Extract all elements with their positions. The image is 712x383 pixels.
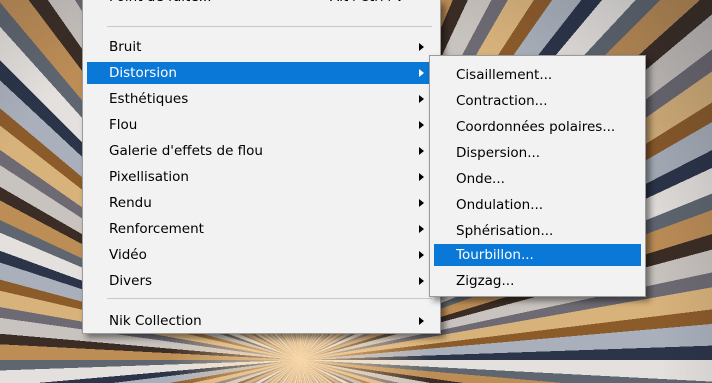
menu-item-label: Divers <box>109 273 153 289</box>
menu-item-shortcut: Alt+Ctrl+V <box>330 0 404 8</box>
menu-item-distorsion[interactable]: Distorsion <box>87 62 434 84</box>
menu-item-label: Esthétiques <box>109 91 189 107</box>
menu-item-label: Distorsion <box>109 65 177 81</box>
menu-item-flou[interactable]: Flou <box>87 114 434 136</box>
chevron-right-icon <box>419 317 424 325</box>
distorsion-submenu: Cisaillement... Contraction... Coordonné… <box>429 55 646 297</box>
menu-separator <box>107 26 432 27</box>
submenu-item-label: Coordonnées polaires... <box>456 119 616 135</box>
submenu-item-label: Cisaillement... <box>456 67 553 83</box>
menu-item-video[interactable]: Vidéo <box>87 244 434 266</box>
menu-item-label: Bruit <box>109 39 142 55</box>
menu-item-renforcement[interactable]: Renforcement <box>87 218 434 240</box>
chevron-right-icon <box>419 225 424 233</box>
menu-item-galerie-effets-flou[interactable]: Galerie d'effets de flou <box>87 140 434 162</box>
menu-item-divers[interactable]: Divers <box>87 270 434 292</box>
submenu-item-label: Ondulation... <box>456 197 544 213</box>
chevron-right-icon <box>419 69 424 77</box>
filter-menu: Point de fuite... Alt+Ctrl+V Bruit Disto… <box>82 0 441 334</box>
menu-item-bruit[interactable]: Bruit <box>87 36 434 58</box>
chevron-right-icon <box>419 251 424 259</box>
chevron-right-icon <box>419 121 424 129</box>
chevron-right-icon <box>419 95 424 103</box>
submenu-item-contraction[interactable]: Contraction... <box>434 90 641 112</box>
submenu-item-spherisation[interactable]: Sphérisation... <box>434 220 641 242</box>
menu-item-esthetiques[interactable]: Esthétiques <box>87 88 434 110</box>
menu-item-label: Nik Collection <box>109 313 202 329</box>
menu-item-label: Rendu <box>109 195 152 211</box>
chevron-right-icon <box>419 199 424 207</box>
submenu-item-label: Tourbillon... <box>456 247 534 263</box>
submenu-item-onde[interactable]: Onde... <box>434 168 641 190</box>
menu-item-label: Point de fuite... <box>109 0 212 8</box>
submenu-item-cisaillement[interactable]: Cisaillement... <box>434 64 641 86</box>
menu-item-nik-collection[interactable]: Nik Collection <box>87 310 434 332</box>
submenu-item-ondulation[interactable]: Ondulation... <box>434 194 641 216</box>
submenu-item-label: Contraction... <box>456 93 548 109</box>
chevron-right-icon <box>419 277 424 285</box>
submenu-item-dispersion[interactable]: Dispersion... <box>434 142 641 164</box>
menu-item-label: Flou <box>109 117 138 133</box>
menu-item-label: Renforcement <box>109 221 204 237</box>
submenu-item-coordonnees-polaires[interactable]: Coordonnées polaires... <box>434 116 641 138</box>
chevron-right-icon <box>419 173 424 181</box>
menu-separator <box>107 298 432 299</box>
submenu-item-label: Dispersion... <box>456 145 541 161</box>
chevron-right-icon <box>419 147 424 155</box>
menu-item-label: Galerie d'effets de flou <box>109 143 263 159</box>
menu-item-pixellisation[interactable]: Pixellisation <box>87 166 434 188</box>
menu-item-label: Pixellisation <box>109 169 189 185</box>
menu-item-rendu[interactable]: Rendu <box>87 192 434 214</box>
chevron-right-icon <box>419 43 424 51</box>
submenu-item-label: Onde... <box>456 171 505 187</box>
menu-item-vanishing-point[interactable]: Point de fuite... Alt+Ctrl+V <box>87 0 434 22</box>
submenu-item-zigzag[interactable]: Zigzag... <box>434 270 641 292</box>
submenu-item-label: Zigzag... <box>456 273 515 289</box>
submenu-item-label: Sphérisation... <box>456 223 554 239</box>
submenu-item-tourbillon[interactable]: Tourbillon... <box>434 244 641 266</box>
menu-item-label: Vidéo <box>109 247 147 263</box>
